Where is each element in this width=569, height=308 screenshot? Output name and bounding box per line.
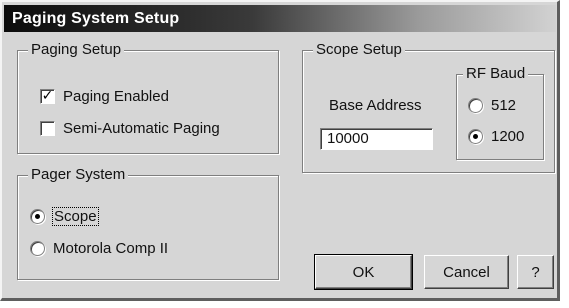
- scope-label[interactable]: Scope: [52, 207, 99, 226]
- semi-automatic-checkbox[interactable]: [40, 121, 55, 136]
- pager-option-scope[interactable]: Scope: [30, 207, 99, 226]
- dialog-window: Paging System Setup Paging Setup ✓ Pagin…: [0, 0, 560, 301]
- title-bar[interactable]: Paging System Setup: [4, 5, 556, 32]
- paging-setup-legend: Paging Setup: [28, 41, 125, 59]
- pager-system-legend: Pager System: [28, 166, 129, 184]
- scope-setup-legend: Scope Setup: [313, 41, 405, 59]
- motorola-label[interactable]: Motorola Comp II: [53, 240, 168, 257]
- base-address-label: Base Address: [329, 97, 422, 114]
- pager-system-group: Pager System: [17, 166, 279, 280]
- baud-1200-radio[interactable]: [468, 129, 483, 144]
- checkmark-icon: ✓: [41, 87, 54, 103]
- rf-baud-group: RF Baud: [456, 65, 544, 160]
- radio-selected-dot: [473, 134, 478, 139]
- motorola-radio[interactable]: [30, 241, 45, 256]
- semi-automatic-checkbox-row[interactable]: Semi-Automatic Paging: [40, 120, 220, 137]
- paging-enabled-checkbox-row[interactable]: ✓ Paging Enabled: [40, 87, 169, 105]
- paging-enabled-checkbox[interactable]: ✓: [40, 87, 55, 104]
- baud-512-label[interactable]: 512: [491, 97, 516, 114]
- paging-enabled-label[interactable]: Paging Enabled: [63, 88, 169, 105]
- scope-radio[interactable]: [30, 209, 45, 224]
- baud-option-512[interactable]: 512: [468, 97, 516, 114]
- radio-selected-dot: [35, 214, 40, 219]
- semi-automatic-label[interactable]: Semi-Automatic Paging: [63, 120, 220, 137]
- baud-512-radio[interactable]: [468, 98, 483, 113]
- ok-button[interactable]: OK: [314, 254, 413, 290]
- base-address-input[interactable]: 10000: [320, 128, 433, 150]
- baud-option-1200[interactable]: 1200: [468, 128, 524, 145]
- cancel-button[interactable]: Cancel: [424, 255, 509, 289]
- rf-baud-legend: RF Baud: [463, 65, 529, 83]
- baud-1200-label[interactable]: 1200: [491, 128, 524, 145]
- help-button[interactable]: ?: [517, 255, 554, 289]
- pager-option-motorola[interactable]: Motorola Comp II: [30, 240, 168, 257]
